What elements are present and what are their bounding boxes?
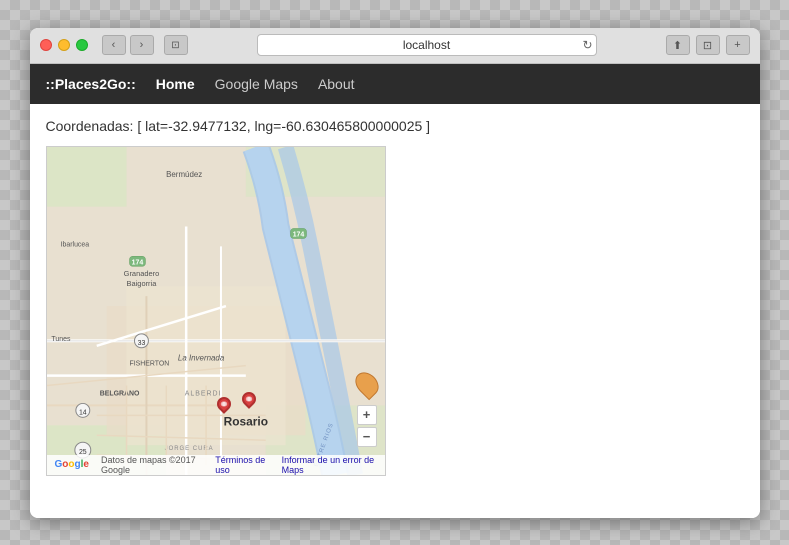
svg-text:ALBERDI: ALBERDI	[184, 390, 221, 397]
back-button[interactable]: ‹	[102, 35, 126, 55]
refresh-button[interactable]: ↻	[582, 38, 592, 52]
map-controls: + −	[357, 371, 377, 447]
svg-text:Granadero: Granadero	[123, 269, 159, 278]
map-background: 25 14 33 21 174 174 Bermúdez	[47, 147, 385, 475]
forward-button[interactable]: ›	[130, 35, 154, 55]
svg-text:Bermúdez: Bermúdez	[166, 169, 202, 178]
map-data-credit: Datos de mapas ©2017 Google	[101, 455, 203, 475]
browser-nav: ‹ ›	[102, 35, 154, 55]
svg-text:174: 174	[131, 259, 143, 266]
svg-text:La Invernada: La Invernada	[177, 353, 224, 362]
browser-window: ‹ › ⊡ ↻ ⬆ ⊡ + ::Places2Go:: Home Google …	[30, 28, 760, 518]
map-svg: 25 14 33 21 174 174 Bermúdez	[47, 147, 385, 475]
close-button[interactable]	[40, 39, 52, 51]
page-content: Coordenadas: [ lat=-32.9477132, lng=-60.…	[30, 104, 760, 518]
browser-actions: ⬆ ⊡ +	[666, 35, 750, 55]
svg-text:Baigorria: Baigorria	[126, 279, 157, 288]
maximize-button[interactable]	[76, 39, 88, 51]
svg-text:BELGRANO: BELGRANO	[99, 390, 139, 397]
new-tab-button[interactable]: +	[726, 35, 750, 55]
svg-text:FISHERTON: FISHERTON	[129, 360, 169, 367]
app-brand: ::Places2Go::	[46, 76, 136, 92]
svg-text:14: 14	[78, 409, 86, 416]
map-footer: Google Datos de mapas ©2017 Google Térmi…	[47, 455, 385, 475]
share-button[interactable]: ⬆	[666, 35, 690, 55]
address-input[interactable]	[257, 34, 597, 56]
tab-button[interactable]: ⊡	[696, 35, 720, 55]
nav-home[interactable]: Home	[156, 76, 195, 92]
reader-mode-button[interactable]: ⊡	[164, 35, 188, 55]
zoom-in-button[interactable]: +	[357, 405, 377, 425]
google-logo: Google	[55, 459, 89, 470]
map-container[interactable]: 25 14 33 21 174 174 Bermúdez	[46, 146, 386, 476]
nav-about[interactable]: About	[318, 76, 355, 92]
browser-titlebar: ‹ › ⊡ ↻ ⬆ ⊡ +	[30, 28, 760, 64]
map-terms-link[interactable]: Términos de uso	[215, 455, 269, 475]
nav-google-maps[interactable]: Google Maps	[215, 76, 298, 92]
address-bar-container: ↻	[194, 34, 660, 56]
svg-text:33: 33	[137, 339, 145, 346]
svg-text:Tunes: Tunes	[51, 335, 71, 342]
svg-text:174: 174	[292, 231, 304, 238]
coordinates-display: Coordenadas: [ lat=-32.9477132, lng=-60.…	[46, 118, 744, 134]
app-navbar: ::Places2Go:: Home Google Maps About	[30, 64, 760, 104]
svg-text:Ibarlucea: Ibarlucea	[60, 241, 89, 248]
minimize-button[interactable]	[58, 39, 70, 51]
map-report-link[interactable]: Informar de un error de Maps	[282, 455, 377, 475]
zoom-out-button[interactable]: −	[357, 427, 377, 447]
